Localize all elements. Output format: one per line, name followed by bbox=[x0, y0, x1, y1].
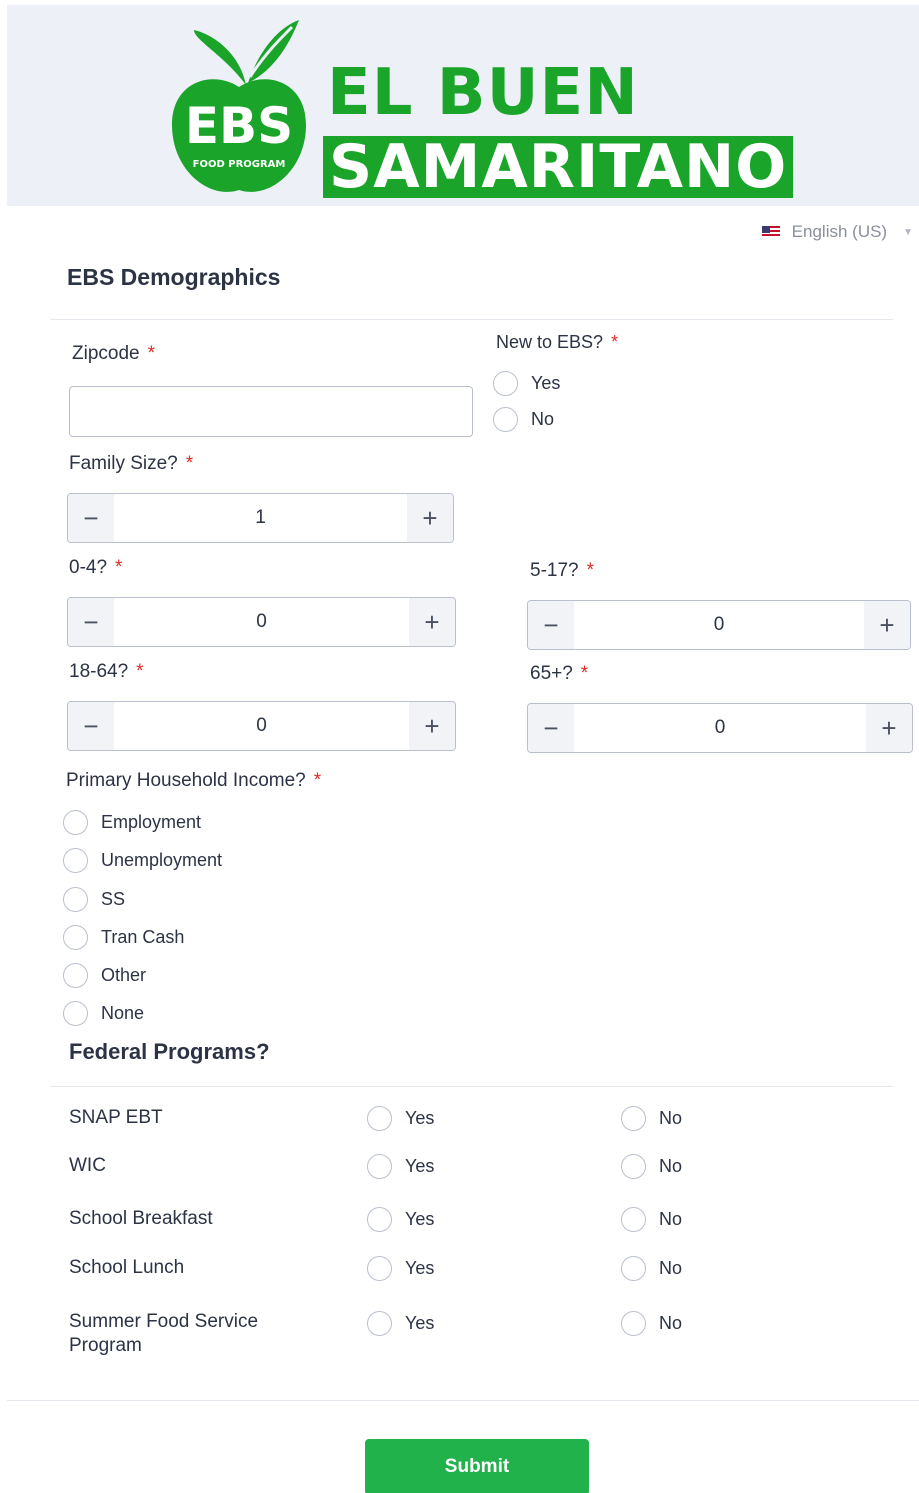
program-school-lunch-label: School Lunch bbox=[69, 1257, 185, 1278]
radio-circle bbox=[367, 1311, 392, 1336]
program-summer-food-label: Summer Food Service Program bbox=[69, 1311, 259, 1356]
form-title: EBS Demographics bbox=[67, 264, 281, 290]
program-wic-label: WIC bbox=[69, 1155, 106, 1176]
radio-circle bbox=[621, 1311, 646, 1336]
divider bbox=[7, 1400, 919, 1401]
age-18-64-value[interactable]: 0 bbox=[114, 702, 409, 750]
school-breakfast-no-radio[interactable]: No bbox=[621, 1207, 682, 1232]
age-5-17-label: 5-17? * bbox=[530, 560, 595, 581]
income-tran-cash-radio[interactable]: Tran Cash bbox=[63, 925, 184, 950]
age-65-value[interactable]: 0 bbox=[574, 704, 866, 752]
school-lunch-yes-radio[interactable]: Yes bbox=[367, 1256, 434, 1281]
us-flag-icon bbox=[761, 226, 780, 238]
school-breakfast-yes-radio[interactable]: Yes bbox=[367, 1207, 434, 1232]
decrement-button[interactable]: − bbox=[68, 598, 114, 646]
program-school-breakfast-label: School Breakfast bbox=[69, 1208, 213, 1229]
radio-circle bbox=[367, 1207, 392, 1232]
income-none-radio[interactable]: None bbox=[63, 1001, 144, 1026]
decrement-button[interactable]: − bbox=[68, 494, 114, 542]
radio-circle bbox=[63, 887, 88, 912]
header-banner: EBS FOOD PROGRAM EL BUEN SAMARITANO bbox=[7, 5, 919, 206]
age-0-4-stepper: − 0 + bbox=[67, 597, 456, 647]
decrement-button[interactable]: − bbox=[68, 702, 114, 750]
age-65-stepper: − 0 + bbox=[527, 703, 913, 753]
divider bbox=[50, 319, 893, 320]
new-to-ebs-label: New to EBS? * bbox=[496, 332, 619, 352]
wic-yes-radio[interactable]: Yes bbox=[367, 1154, 434, 1179]
divider bbox=[50, 1086, 893, 1087]
income-unemployment-radio[interactable]: Unemployment bbox=[63, 848, 222, 873]
radio-circle bbox=[63, 925, 88, 950]
language-selector[interactable]: English (US) ▼ bbox=[761, 222, 913, 242]
snap-yes-radio[interactable]: Yes bbox=[367, 1106, 434, 1131]
zipcode-input[interactable] bbox=[69, 386, 473, 437]
increment-button[interactable]: + bbox=[866, 704, 912, 752]
decrement-button[interactable]: − bbox=[528, 704, 574, 752]
age-5-17-stepper: − 0 + bbox=[527, 600, 911, 650]
increment-button[interactable]: + bbox=[407, 494, 453, 542]
increment-button[interactable]: + bbox=[409, 598, 455, 646]
age-5-17-value[interactable]: 0 bbox=[574, 601, 864, 649]
age-18-64-label: 18-64? * bbox=[69, 661, 144, 682]
federal-programs-title: Federal Programs? bbox=[69, 1039, 270, 1064]
radio-circle bbox=[367, 1256, 392, 1281]
apple-logo-icon: EBS FOOD PROGRAM bbox=[172, 20, 306, 192]
snap-no-radio[interactable]: No bbox=[621, 1106, 682, 1131]
family-size-label: Family Size? * bbox=[69, 453, 194, 474]
brand-name-line1: EL BUEN bbox=[327, 56, 639, 130]
age-65-label: 65+? * bbox=[530, 663, 589, 684]
income-ss-radio[interactable]: SS bbox=[63, 887, 125, 912]
age-18-64-stepper: − 0 + bbox=[67, 701, 456, 751]
increment-button[interactable]: + bbox=[409, 702, 455, 750]
summer-food-no-radio[interactable]: No bbox=[621, 1311, 682, 1336]
radio-circle bbox=[493, 407, 518, 432]
school-lunch-no-radio[interactable]: No bbox=[621, 1256, 682, 1281]
radio-circle bbox=[63, 963, 88, 988]
radio-circle bbox=[63, 1001, 88, 1026]
decrement-button[interactable]: − bbox=[528, 601, 574, 649]
language-label: English (US) bbox=[791, 222, 888, 241]
age-0-4-label: 0-4? * bbox=[69, 557, 123, 578]
svg-text:FOOD PROGRAM: FOOD PROGRAM bbox=[193, 159, 286, 170]
radio-circle bbox=[63, 810, 88, 835]
svg-text:EBS: EBS bbox=[185, 97, 293, 155]
income-employment-radio[interactable]: Employment bbox=[63, 810, 201, 835]
radio-circle bbox=[621, 1154, 646, 1179]
wic-no-radio[interactable]: No bbox=[621, 1154, 682, 1179]
brand-name-line2: SAMARITANO bbox=[323, 136, 794, 198]
new-to-ebs-no-radio[interactable]: No bbox=[493, 407, 554, 432]
income-label: Primary Household Income? * bbox=[66, 770, 322, 791]
radio-circle bbox=[621, 1106, 646, 1131]
family-size-value[interactable]: 1 bbox=[114, 494, 407, 542]
radio-circle bbox=[367, 1154, 392, 1179]
radio-circle bbox=[621, 1256, 646, 1281]
family-size-stepper: − 1 + bbox=[67, 493, 454, 543]
increment-button[interactable]: + bbox=[864, 601, 910, 649]
zipcode-label: Zipcode * bbox=[72, 343, 156, 364]
age-0-4-value[interactable]: 0 bbox=[114, 598, 409, 646]
chevron-down-icon: ▼ bbox=[903, 226, 913, 238]
income-other-radio[interactable]: Other bbox=[63, 963, 146, 988]
program-snap-label: SNAP EBT bbox=[69, 1107, 163, 1128]
radio-circle bbox=[621, 1207, 646, 1232]
radio-circle bbox=[493, 371, 518, 396]
summer-food-yes-radio[interactable]: Yes bbox=[367, 1311, 434, 1336]
radio-circle bbox=[63, 848, 88, 873]
radio-circle bbox=[367, 1106, 392, 1131]
new-to-ebs-yes-radio[interactable]: Yes bbox=[493, 371, 560, 396]
submit-button[interactable]: Submit bbox=[365, 1439, 589, 1493]
